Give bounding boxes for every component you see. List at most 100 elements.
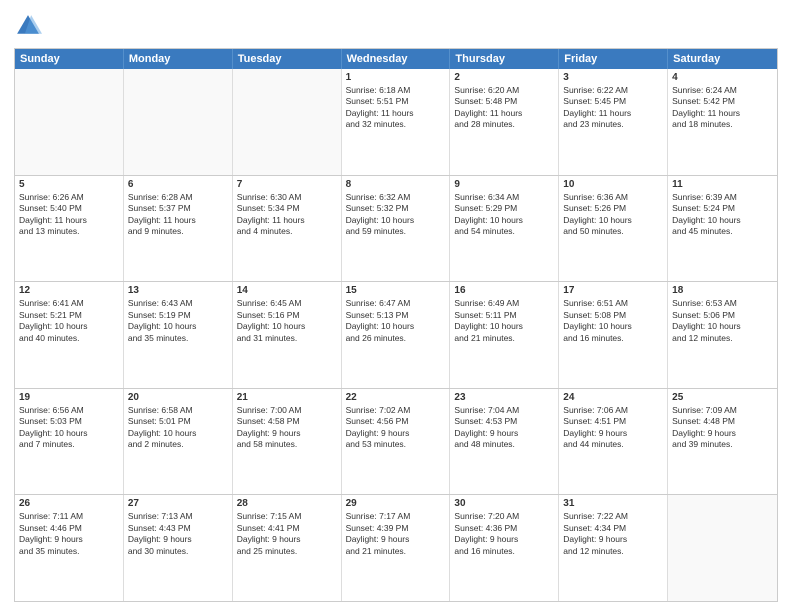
cell-info-line: Sunrise: 7:13 AM xyxy=(128,511,228,522)
day-cell-16: 16Sunrise: 6:49 AMSunset: 5:11 PMDayligh… xyxy=(450,282,559,388)
day-cell-20: 20Sunrise: 6:58 AMSunset: 5:01 PMDayligh… xyxy=(124,389,233,495)
cell-info-line: Sunrise: 6:45 AM xyxy=(237,298,337,309)
cell-info-line: Sunset: 5:40 PM xyxy=(19,203,119,214)
calendar: SundayMondayTuesdayWednesdayThursdayFrid… xyxy=(14,48,778,602)
cell-info-line: Daylight: 11 hours xyxy=(563,108,663,119)
day-cell-31: 31Sunrise: 7:22 AMSunset: 4:34 PMDayligh… xyxy=(559,495,668,601)
day-cell-10: 10Sunrise: 6:36 AMSunset: 5:26 PMDayligh… xyxy=(559,176,668,282)
cell-info-line: Sunrise: 6:24 AM xyxy=(672,85,773,96)
cell-info-line: Sunrise: 6:56 AM xyxy=(19,405,119,416)
cell-info-line: and 39 minutes. xyxy=(672,439,773,450)
weekday-header-friday: Friday xyxy=(559,49,668,69)
calendar-body: 1Sunrise: 6:18 AMSunset: 5:51 PMDaylight… xyxy=(15,69,777,601)
cell-info-line: Daylight: 9 hours xyxy=(563,428,663,439)
cell-info-line: Sunset: 4:39 PM xyxy=(346,523,446,534)
cell-info-line: Sunrise: 7:20 AM xyxy=(454,511,554,522)
cell-info-line: Daylight: 10 hours xyxy=(128,321,228,332)
cell-info-line: Sunrise: 7:00 AM xyxy=(237,405,337,416)
day-number: 2 xyxy=(454,72,554,83)
day-number: 22 xyxy=(346,392,446,403)
cell-info-line: Daylight: 10 hours xyxy=(672,215,773,226)
cell-info-line: Sunrise: 6:39 AM xyxy=(672,192,773,203)
day-number: 4 xyxy=(672,72,773,83)
day-number: 28 xyxy=(237,498,337,509)
cell-info-line: and 35 minutes. xyxy=(128,333,228,344)
day-cell-4: 4Sunrise: 6:24 AMSunset: 5:42 PMDaylight… xyxy=(668,69,777,175)
day-number: 7 xyxy=(237,179,337,190)
cell-info-line: and 28 minutes. xyxy=(454,119,554,130)
cell-info-line: and 54 minutes. xyxy=(454,226,554,237)
day-cell-17: 17Sunrise: 6:51 AMSunset: 5:08 PMDayligh… xyxy=(559,282,668,388)
cell-info-line: Sunset: 5:34 PM xyxy=(237,203,337,214)
cell-info-line: and 7 minutes. xyxy=(19,439,119,450)
cell-info-line: Sunset: 5:26 PM xyxy=(563,203,663,214)
cell-info-line: Sunrise: 6:47 AM xyxy=(346,298,446,309)
day-number: 18 xyxy=(672,285,773,296)
day-cell-9: 9Sunrise: 6:34 AMSunset: 5:29 PMDaylight… xyxy=(450,176,559,282)
cell-info-line: and 23 minutes. xyxy=(563,119,663,130)
cell-info-line: Sunrise: 6:22 AM xyxy=(563,85,663,96)
cell-info-line: Daylight: 9 hours xyxy=(563,534,663,545)
cell-info-line: Sunset: 5:06 PM xyxy=(672,310,773,321)
cell-info-line: Daylight: 11 hours xyxy=(672,108,773,119)
cell-info-line: Sunset: 5:03 PM xyxy=(19,416,119,427)
day-cell-6: 6Sunrise: 6:28 AMSunset: 5:37 PMDaylight… xyxy=(124,176,233,282)
cell-info-line: Daylight: 10 hours xyxy=(454,321,554,332)
cell-info-line: and 9 minutes. xyxy=(128,226,228,237)
day-cell-22: 22Sunrise: 7:02 AMSunset: 4:56 PMDayligh… xyxy=(342,389,451,495)
cell-info-line: Sunrise: 6:20 AM xyxy=(454,85,554,96)
day-cell-24: 24Sunrise: 7:06 AMSunset: 4:51 PMDayligh… xyxy=(559,389,668,495)
weekday-header-wednesday: Wednesday xyxy=(342,49,451,69)
day-number: 30 xyxy=(454,498,554,509)
cell-info-line: and 48 minutes. xyxy=(454,439,554,450)
cell-info-line: Sunset: 4:58 PM xyxy=(237,416,337,427)
cell-info-line: Sunset: 5:48 PM xyxy=(454,96,554,107)
cell-info-line: Sunrise: 7:06 AM xyxy=(563,405,663,416)
cell-info-line: Sunrise: 6:26 AM xyxy=(19,192,119,203)
cell-info-line: Daylight: 10 hours xyxy=(346,321,446,332)
cell-info-line: Daylight: 9 hours xyxy=(237,534,337,545)
cell-info-line: and 26 minutes. xyxy=(346,333,446,344)
day-number: 26 xyxy=(19,498,119,509)
day-cell-13: 13Sunrise: 6:43 AMSunset: 5:19 PMDayligh… xyxy=(124,282,233,388)
logo xyxy=(14,12,46,40)
calendar-row-4: 26Sunrise: 7:11 AMSunset: 4:46 PMDayligh… xyxy=(15,494,777,601)
day-cell-14: 14Sunrise: 6:45 AMSunset: 5:16 PMDayligh… xyxy=(233,282,342,388)
day-cell-3: 3Sunrise: 6:22 AMSunset: 5:45 PMDaylight… xyxy=(559,69,668,175)
cell-info-line: Sunrise: 6:32 AM xyxy=(346,192,446,203)
calendar-row-0: 1Sunrise: 6:18 AMSunset: 5:51 PMDaylight… xyxy=(15,69,777,175)
cell-info-line: Sunrise: 6:51 AM xyxy=(563,298,663,309)
cell-info-line: and 35 minutes. xyxy=(19,546,119,557)
calendar-row-2: 12Sunrise: 6:41 AMSunset: 5:21 PMDayligh… xyxy=(15,281,777,388)
cell-info-line: Sunset: 5:21 PM xyxy=(19,310,119,321)
cell-info-line: and 59 minutes. xyxy=(346,226,446,237)
cell-info-line: and 30 minutes. xyxy=(128,546,228,557)
day-cell-26: 26Sunrise: 7:11 AMSunset: 4:46 PMDayligh… xyxy=(15,495,124,601)
weekday-header-monday: Monday xyxy=(124,49,233,69)
day-cell-28: 28Sunrise: 7:15 AMSunset: 4:41 PMDayligh… xyxy=(233,495,342,601)
cell-info-line: Sunrise: 6:18 AM xyxy=(346,85,446,96)
day-number: 9 xyxy=(454,179,554,190)
cell-info-line: Daylight: 11 hours xyxy=(128,215,228,226)
day-number: 6 xyxy=(128,179,228,190)
calendar-header: SundayMondayTuesdayWednesdayThursdayFrid… xyxy=(15,49,777,69)
cell-info-line: Sunrise: 6:28 AM xyxy=(128,192,228,203)
day-cell-19: 19Sunrise: 6:56 AMSunset: 5:03 PMDayligh… xyxy=(15,389,124,495)
day-number: 8 xyxy=(346,179,446,190)
weekday-header-saturday: Saturday xyxy=(668,49,777,69)
day-number: 12 xyxy=(19,285,119,296)
day-cell-12: 12Sunrise: 6:41 AMSunset: 5:21 PMDayligh… xyxy=(15,282,124,388)
day-cell-27: 27Sunrise: 7:13 AMSunset: 4:43 PMDayligh… xyxy=(124,495,233,601)
cell-info-line: Sunset: 5:16 PM xyxy=(237,310,337,321)
calendar-row-1: 5Sunrise: 6:26 AMSunset: 5:40 PMDaylight… xyxy=(15,175,777,282)
cell-info-line: and 50 minutes. xyxy=(563,226,663,237)
cell-info-line: Sunset: 5:51 PM xyxy=(346,96,446,107)
cell-info-line: Daylight: 9 hours xyxy=(128,534,228,545)
cell-info-line: Daylight: 11 hours xyxy=(19,215,119,226)
day-number: 24 xyxy=(563,392,663,403)
cell-info-line: Sunset: 4:48 PM xyxy=(672,416,773,427)
cell-info-line: Daylight: 10 hours xyxy=(237,321,337,332)
cell-info-line: and 16 minutes. xyxy=(563,333,663,344)
cell-info-line: Sunrise: 6:53 AM xyxy=(672,298,773,309)
cell-info-line: Daylight: 10 hours xyxy=(346,215,446,226)
